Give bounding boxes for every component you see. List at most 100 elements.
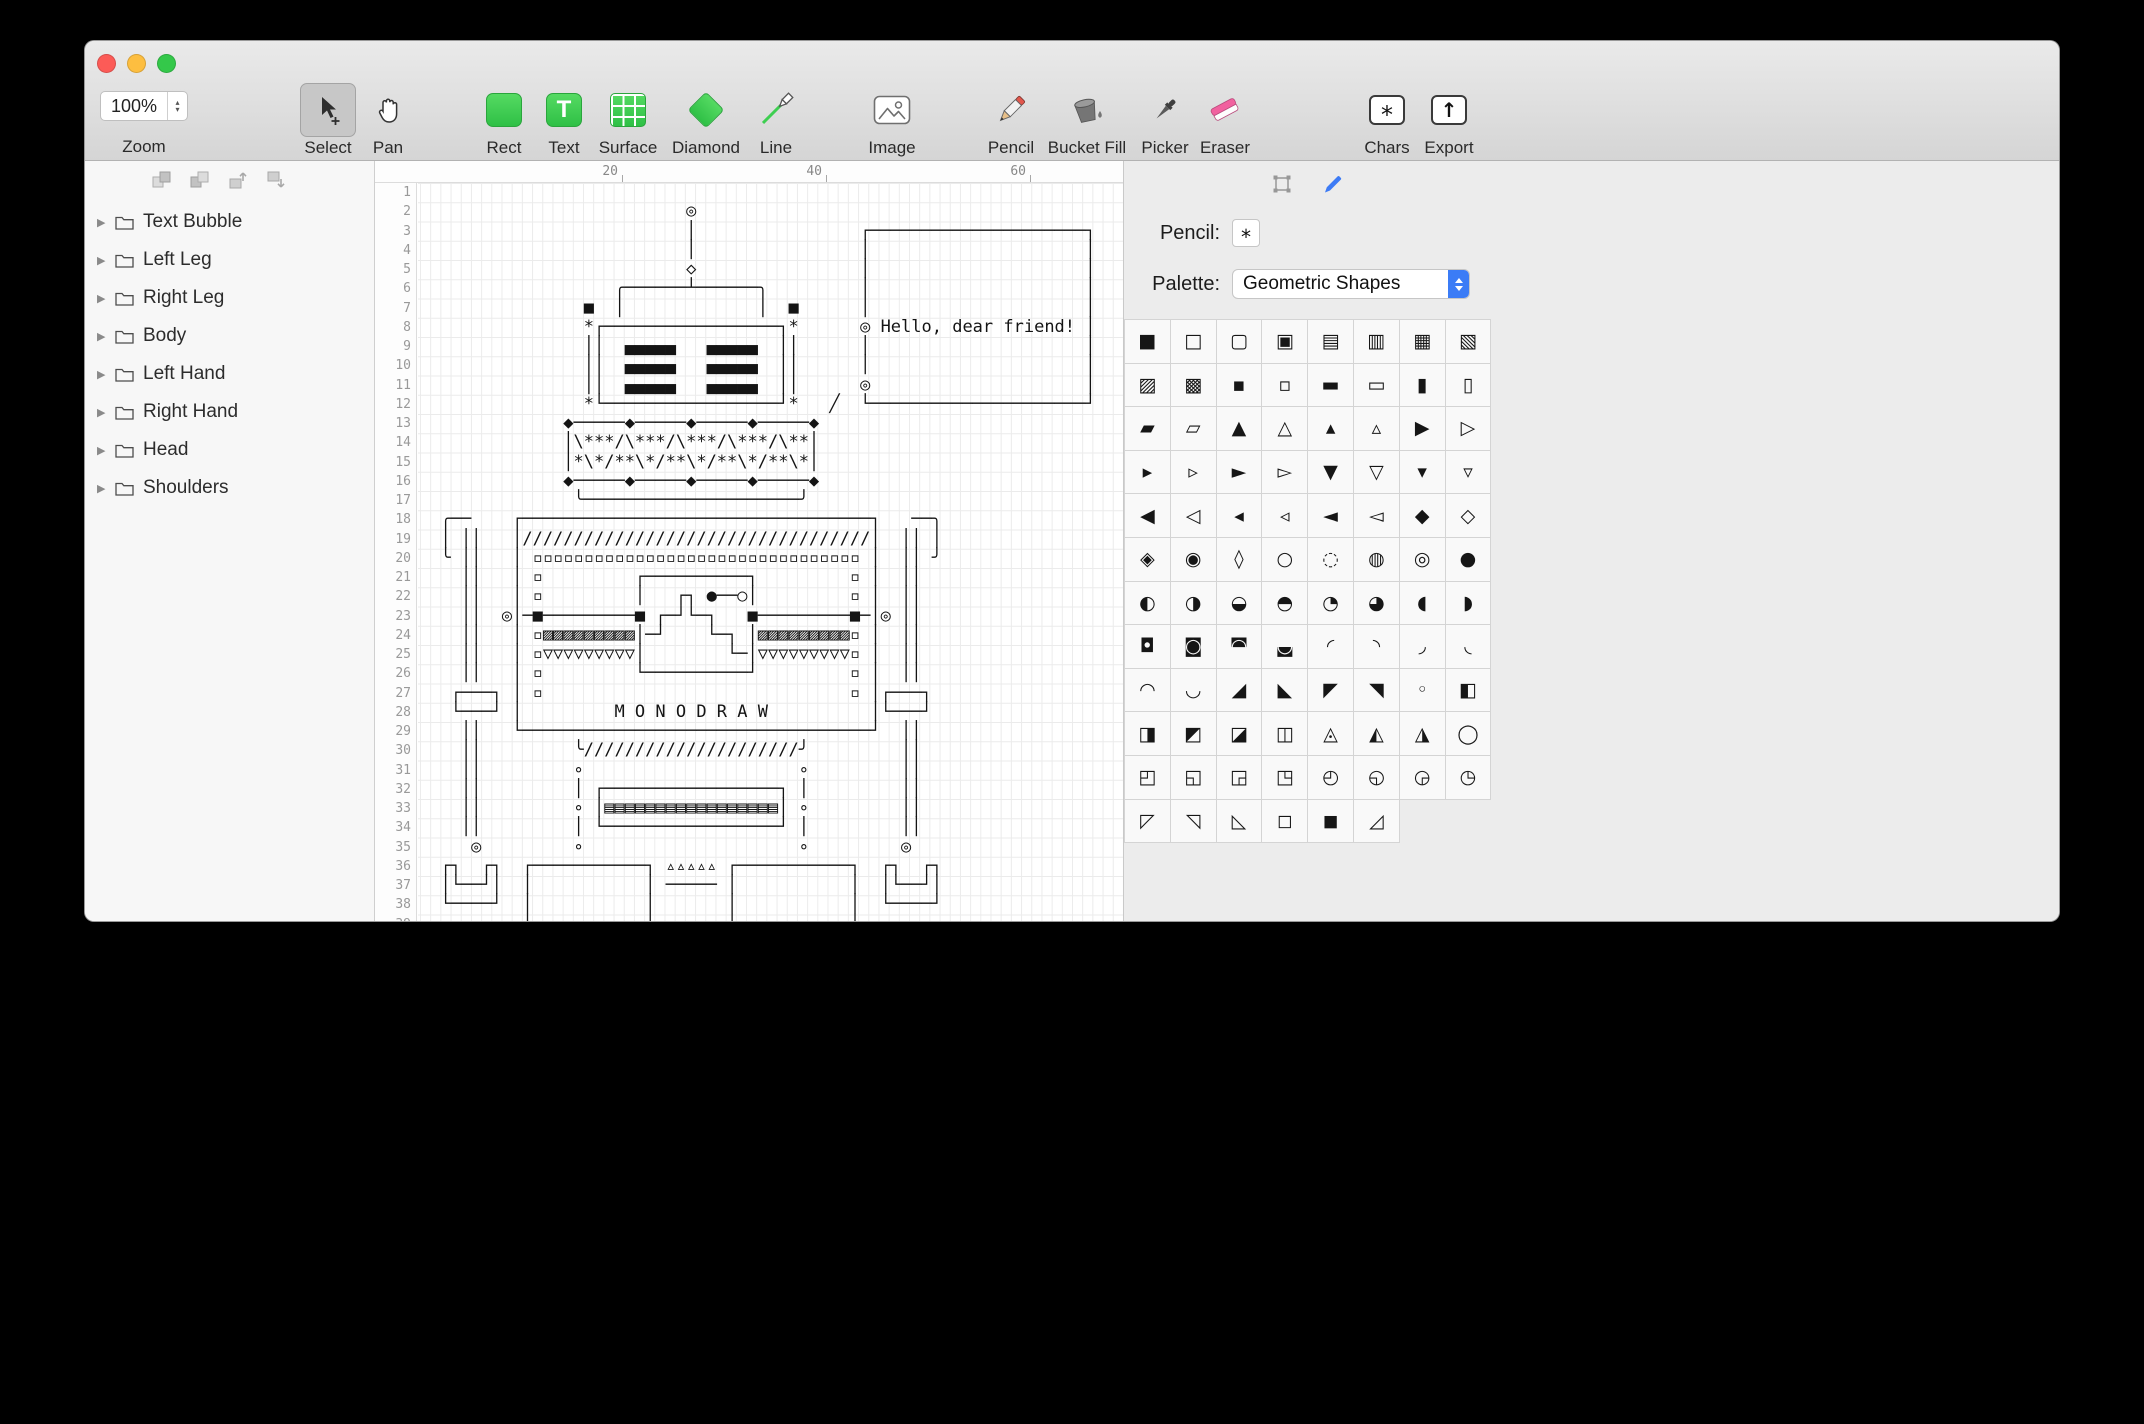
palette-char-cell[interactable]: ◧ (1446, 669, 1492, 713)
tool-surface[interactable]: Surface (583, 83, 673, 158)
palette-char-cell[interactable]: ◎ (1400, 538, 1446, 582)
palette-char-cell[interactable]: ◟ (1446, 625, 1492, 669)
palette-char-cell[interactable]: ◖ (1400, 582, 1446, 626)
palette-char-cell[interactable]: ◫ (1262, 712, 1308, 756)
disclosure-triangle-icon[interactable]: ▶ (97, 254, 115, 267)
palette-char-cell[interactable]: △ (1262, 407, 1308, 451)
palette-char-cell[interactable]: ◅ (1354, 494, 1400, 538)
palette-char-cell[interactable]: ▭ (1354, 364, 1400, 408)
palette-char-cell[interactable]: ○ (1262, 538, 1308, 582)
palette-char-cell[interactable]: ◍ (1354, 538, 1400, 582)
palette-char-cell[interactable]: ◼ (1308, 800, 1354, 844)
palette-char-cell[interactable]: ▣ (1262, 320, 1308, 364)
palette-char-cell[interactable]: ▧ (1446, 320, 1492, 364)
palette-char-cell[interactable]: ▹ (1171, 451, 1217, 495)
palette-char-cell[interactable]: ◨ (1125, 712, 1171, 756)
palette-char-cell[interactable]: ■ (1125, 320, 1171, 364)
palette-char-cell[interactable]: ◠ (1125, 669, 1171, 713)
palette-char-cell[interactable]: ▱ (1171, 407, 1217, 451)
canvas-ascii-art[interactable]: ◎ │ ┌─────────────────────┐ │ │ │ ◇ │ (420, 183, 1096, 921)
tool-line[interactable]: Line (731, 83, 821, 158)
palette-char-cell[interactable]: ◬ (1308, 712, 1354, 756)
palette-char-cell[interactable]: ◛ (1262, 625, 1308, 669)
pencil-char-well[interactable]: * (1232, 219, 1260, 247)
palette-char-cell[interactable]: ◌ (1308, 538, 1354, 582)
palette-char-cell[interactable]: ◒ (1217, 582, 1263, 626)
palette-char-cell[interactable]: ◘ (1125, 625, 1171, 669)
palette-char-cell[interactable]: ◈ (1125, 538, 1171, 582)
palette-char-cell[interactable]: ◀ (1125, 494, 1171, 538)
palette-char-cell[interactable]: ▲ (1217, 407, 1263, 451)
disclosure-triangle-icon[interactable]: ▶ (97, 406, 115, 419)
palette-char-cell[interactable]: ◭ (1354, 712, 1400, 756)
palette-char-cell[interactable]: ◉ (1171, 538, 1217, 582)
palette-char-cell[interactable]: ◿ (1354, 800, 1400, 844)
palette-char-cell[interactable]: ◹ (1171, 800, 1217, 844)
palette-char-cell[interactable]: ◱ (1171, 756, 1217, 800)
palette-char-cell[interactable]: ◥ (1354, 669, 1400, 713)
palette-char-cell[interactable]: ▮ (1400, 364, 1446, 408)
palette-char-cell[interactable]: ▷ (1446, 407, 1492, 451)
layer-list-item[interactable]: ▶ Right Leg (85, 279, 374, 317)
palette-char-cell[interactable]: ◪ (1217, 712, 1263, 756)
palette-char-cell[interactable]: ▨ (1125, 364, 1171, 408)
palette-char-cell[interactable]: ◞ (1400, 625, 1446, 669)
palette-char-cell[interactable]: ◡ (1171, 669, 1217, 713)
zoom-stepper-control[interactable]: 100% ▴▾ (100, 91, 188, 121)
palette-char-cell[interactable]: ◁ (1171, 494, 1217, 538)
disclosure-triangle-icon[interactable]: ▶ (97, 330, 115, 343)
tab-pencil-icon[interactable] (1321, 172, 1345, 201)
palette-char-cell[interactable]: ▵ (1354, 407, 1400, 451)
palette-char-cell[interactable]: ▩ (1171, 364, 1217, 408)
palette-char-cell[interactable]: ▻ (1262, 451, 1308, 495)
palette-char-cell[interactable]: ◷ (1446, 756, 1492, 800)
palette-char-cell[interactable]: ◯ (1446, 712, 1492, 756)
fullscreen-button[interactable] (157, 54, 176, 73)
tool-image[interactable]: Image (847, 83, 937, 158)
palette-char-cell[interactable]: ▸ (1125, 451, 1171, 495)
disclosure-triangle-icon[interactable]: ▶ (97, 444, 115, 457)
palette-char-cell[interactable]: ◣ (1262, 669, 1308, 713)
palette-char-cell[interactable]: ▽ (1354, 451, 1400, 495)
palette-char-cell[interactable]: ◤ (1308, 669, 1354, 713)
palette-char-cell[interactable]: ◑ (1171, 582, 1217, 626)
palette-char-cell[interactable]: ◢ (1217, 669, 1263, 713)
minimize-button[interactable] (127, 54, 146, 73)
palette-char-cell[interactable]: ◂ (1217, 494, 1263, 538)
palette-char-cell[interactable]: ◰ (1125, 756, 1171, 800)
palette-char-cell[interactable]: ◦ (1400, 669, 1446, 713)
palette-char-cell[interactable]: ◳ (1262, 756, 1308, 800)
layer-list-item[interactable]: ▶ Body (85, 317, 374, 355)
palette-char-cell[interactable]: ◚ (1217, 625, 1263, 669)
palette-char-cell[interactable]: ◵ (1354, 756, 1400, 800)
palette-char-cell[interactable]: ◸ (1125, 800, 1171, 844)
palette-char-cell[interactable]: ◻ (1262, 800, 1308, 844)
palette-char-cell[interactable]: ▯ (1446, 364, 1492, 408)
palette-char-cell[interactable]: ◮ (1400, 712, 1446, 756)
tab-object-icon[interactable] (1271, 173, 1293, 200)
palette-char-cell[interactable]: ◜ (1308, 625, 1354, 669)
palette-char-cell[interactable]: ◔ (1308, 582, 1354, 626)
layer-list-item[interactable]: ▶ Text Bubble (85, 203, 374, 241)
palette-char-cell[interactable]: ● (1446, 538, 1492, 582)
palette-char-cell[interactable]: ◐ (1125, 582, 1171, 626)
palette-char-cell[interactable]: ◴ (1308, 756, 1354, 800)
palette-char-cell[interactable]: ▴ (1308, 407, 1354, 451)
send-to-back-icon[interactable] (151, 170, 173, 195)
tool-eraser[interactable]: Eraser (1180, 83, 1270, 158)
palette-char-cell[interactable]: ◶ (1400, 756, 1446, 800)
palette-char-cell[interactable]: ◲ (1217, 756, 1263, 800)
palette-char-cell[interactable]: ▪ (1217, 364, 1263, 408)
palette-char-cell[interactable]: ◙ (1171, 625, 1217, 669)
send-backward-icon[interactable] (265, 170, 287, 195)
palette-char-cell[interactable]: ▰ (1125, 407, 1171, 451)
palette-char-cell[interactable]: ▫ (1262, 364, 1308, 408)
palette-char-cell[interactable]: ◇ (1446, 494, 1492, 538)
palette-char-cell[interactable]: ▼ (1308, 451, 1354, 495)
palette-select[interactable]: Geometric Shapes (1232, 269, 1470, 299)
palette-char-cell[interactable]: □ (1171, 320, 1217, 364)
tool-pan[interactable]: Pan (343, 83, 433, 158)
zoom-stepper-arrows-icon[interactable]: ▴▾ (167, 92, 187, 120)
palette-char-cell[interactable]: ▦ (1400, 320, 1446, 364)
palette-char-cell[interactable]: ▬ (1308, 364, 1354, 408)
